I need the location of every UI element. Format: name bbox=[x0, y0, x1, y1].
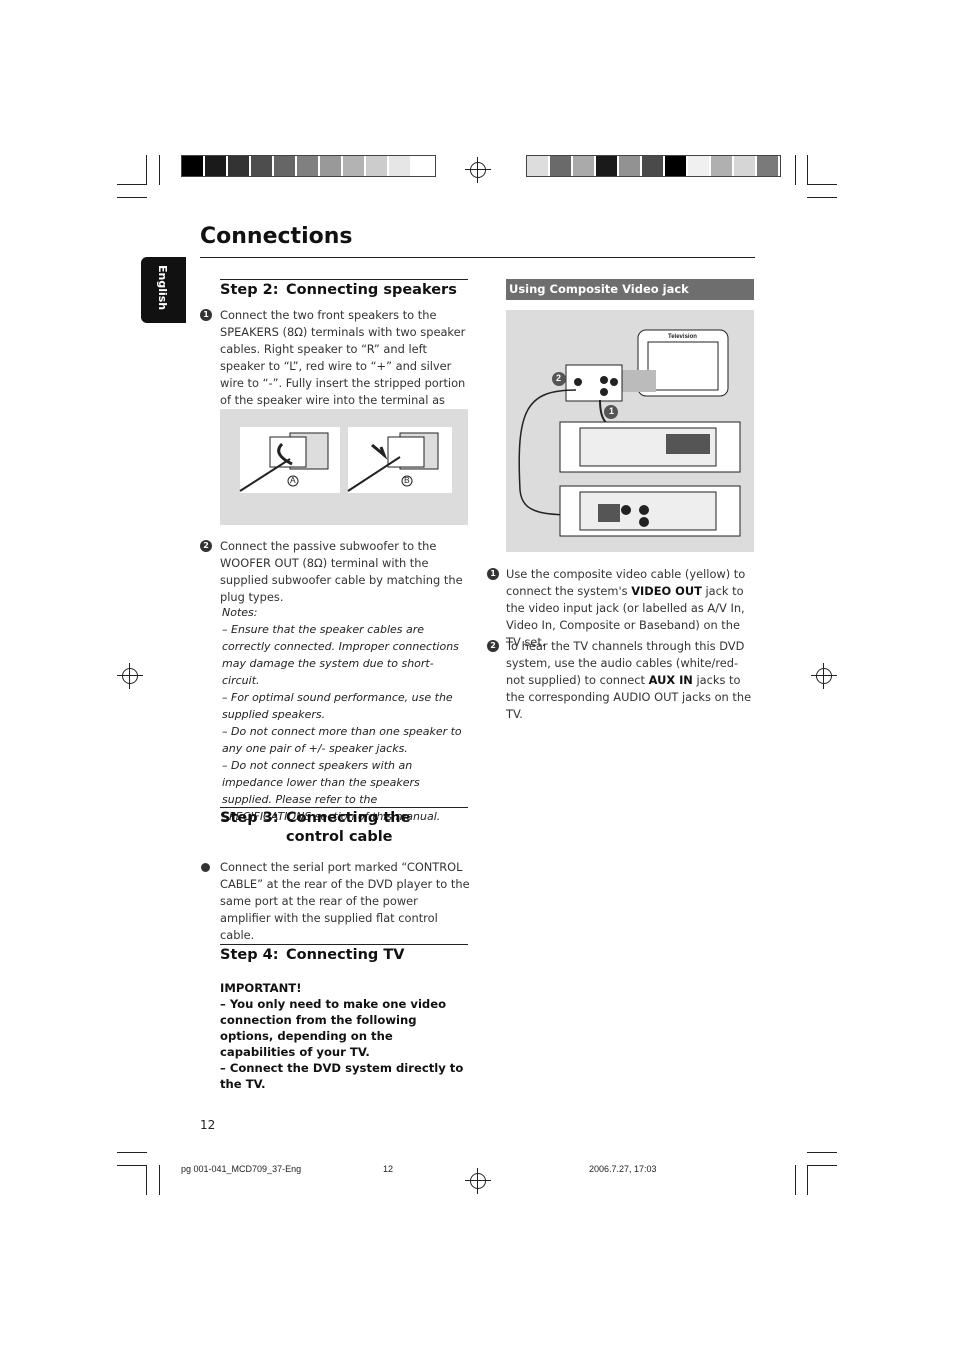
calibration-swatch bbox=[228, 156, 251, 176]
important-line: – Connect the DVD system directly to the… bbox=[220, 1061, 464, 1091]
crop-mark bbox=[159, 155, 160, 185]
section-rule bbox=[220, 279, 468, 280]
tv-dvd-wiring-illustration bbox=[518, 329, 741, 537]
composite-connection-diagram: Television 2 1 bbox=[506, 310, 754, 552]
note: – Ensure that the speaker cables are cor… bbox=[222, 623, 459, 687]
speaker-illustration: A B bbox=[220, 409, 468, 525]
calibration-swatch bbox=[688, 156, 711, 176]
crop-mark bbox=[795, 155, 796, 185]
note: – For optimal sound performance, use the… bbox=[222, 691, 453, 721]
calibration-swatch bbox=[274, 156, 297, 176]
crop-mark bbox=[807, 155, 808, 185]
important-note: IMPORTANT! – You only need to make one v… bbox=[220, 980, 470, 1092]
callout-2: 2 bbox=[556, 373, 562, 383]
calibration-bar-left bbox=[181, 155, 436, 177]
footer-sheet: 12 bbox=[383, 1164, 394, 1174]
calibration-swatch bbox=[642, 156, 665, 176]
step-title: Connecting TV bbox=[286, 947, 405, 963]
step-number: Step 4: bbox=[220, 947, 279, 963]
calibration-swatch bbox=[711, 156, 734, 176]
calibration-swatch bbox=[320, 156, 343, 176]
section-rule bbox=[220, 807, 468, 808]
language-label: English bbox=[156, 265, 169, 311]
step4-heading: Step 4: Connecting TV bbox=[220, 946, 470, 965]
manual-page: Connections English Step 2: Connecting sp… bbox=[0, 0, 954, 1351]
calibration-swatch bbox=[734, 156, 757, 176]
calibration-swatch bbox=[343, 156, 366, 176]
note: – Do not connect more than one speaker t… bbox=[222, 725, 462, 755]
page-number: 12 bbox=[200, 1118, 216, 1132]
footer-date: 2006.7.27, 17:03 bbox=[589, 1164, 657, 1174]
calibration-swatch bbox=[366, 156, 389, 176]
calibration-bar-right bbox=[526, 155, 781, 177]
bold-text: AUX IN bbox=[648, 673, 693, 687]
registration-mark-icon bbox=[117, 663, 143, 689]
important-label: IMPORTANT! bbox=[220, 981, 302, 995]
crop-mark bbox=[117, 1165, 147, 1166]
crop-mark bbox=[159, 1165, 160, 1195]
bullet-dot bbox=[201, 863, 210, 872]
step2-item2: Connect the passive subwoofer to the WOO… bbox=[220, 539, 463, 604]
calibration-swatch bbox=[619, 156, 642, 176]
calibration-swatch bbox=[573, 156, 596, 176]
registration-mark-icon bbox=[465, 1168, 491, 1194]
callout-1: 1 bbox=[609, 406, 615, 416]
calibration-swatch bbox=[205, 156, 228, 176]
step2-heading: Step 2: Connecting speakers bbox=[220, 281, 470, 300]
crop-mark bbox=[807, 184, 837, 185]
step-title: Connecting speakers bbox=[286, 282, 457, 298]
bold-text: VIDEO OUT bbox=[631, 584, 702, 598]
bullet-number-2: 2 bbox=[487, 640, 499, 652]
bullet-number-1: 1 bbox=[200, 309, 212, 321]
section-rule bbox=[220, 944, 468, 945]
composite-heading: Using Composite Video jack bbox=[506, 279, 754, 300]
step-number: Step 3: bbox=[220, 810, 279, 826]
step3-item: Connect the serial port marked “CONTROL … bbox=[220, 860, 470, 942]
bullet-number-1: 1 bbox=[487, 568, 499, 580]
important-line: – You only need to make one video connec… bbox=[220, 997, 447, 1059]
crop-mark bbox=[146, 1165, 147, 1195]
tv-label: Television bbox=[668, 334, 697, 340]
calibration-swatch bbox=[297, 156, 320, 176]
step-title: Connecting the control cable bbox=[286, 810, 411, 845]
registration-mark-icon bbox=[465, 157, 491, 183]
calibration-swatch bbox=[251, 156, 274, 176]
crop-mark bbox=[117, 184, 147, 185]
step3-heading: Step 3: Connecting the control cable bbox=[220, 809, 470, 847]
label-b: B bbox=[404, 475, 410, 485]
crop-mark bbox=[807, 1165, 837, 1166]
calibration-swatch bbox=[527, 156, 550, 176]
crop-mark bbox=[146, 155, 147, 185]
calibration-swatch bbox=[757, 156, 780, 176]
crop-mark bbox=[807, 1165, 808, 1195]
calibration-swatch bbox=[412, 156, 435, 176]
registration-mark-icon bbox=[811, 663, 837, 689]
language-tab: English bbox=[141, 257, 186, 323]
crop-mark bbox=[117, 1152, 147, 1153]
crop-mark bbox=[117, 197, 147, 198]
label-a: A bbox=[290, 475, 296, 485]
crop-mark bbox=[807, 197, 837, 198]
footer-file: pg 001-041_MCD709_37-Eng bbox=[181, 1164, 302, 1174]
page-title: Connections bbox=[200, 224, 353, 249]
step-number: Step 2: bbox=[220, 282, 279, 298]
calibration-swatch bbox=[596, 156, 619, 176]
composite-item2: To hear the TV channels through this DVD… bbox=[506, 638, 756, 723]
speaker-terminal-diagram bbox=[239, 427, 452, 493]
notes-title: Notes: bbox=[222, 606, 258, 619]
calibration-swatch bbox=[665, 156, 688, 176]
calibration-swatch bbox=[389, 156, 412, 176]
title-rule bbox=[200, 257, 755, 258]
crop-mark bbox=[807, 1152, 837, 1153]
notes: Notes: – Ensure that the speaker cables … bbox=[222, 604, 470, 825]
calibration-swatch bbox=[182, 156, 205, 176]
crop-mark bbox=[795, 1165, 796, 1195]
bullet-number-2: 2 bbox=[200, 540, 212, 552]
calibration-swatch bbox=[550, 156, 573, 176]
